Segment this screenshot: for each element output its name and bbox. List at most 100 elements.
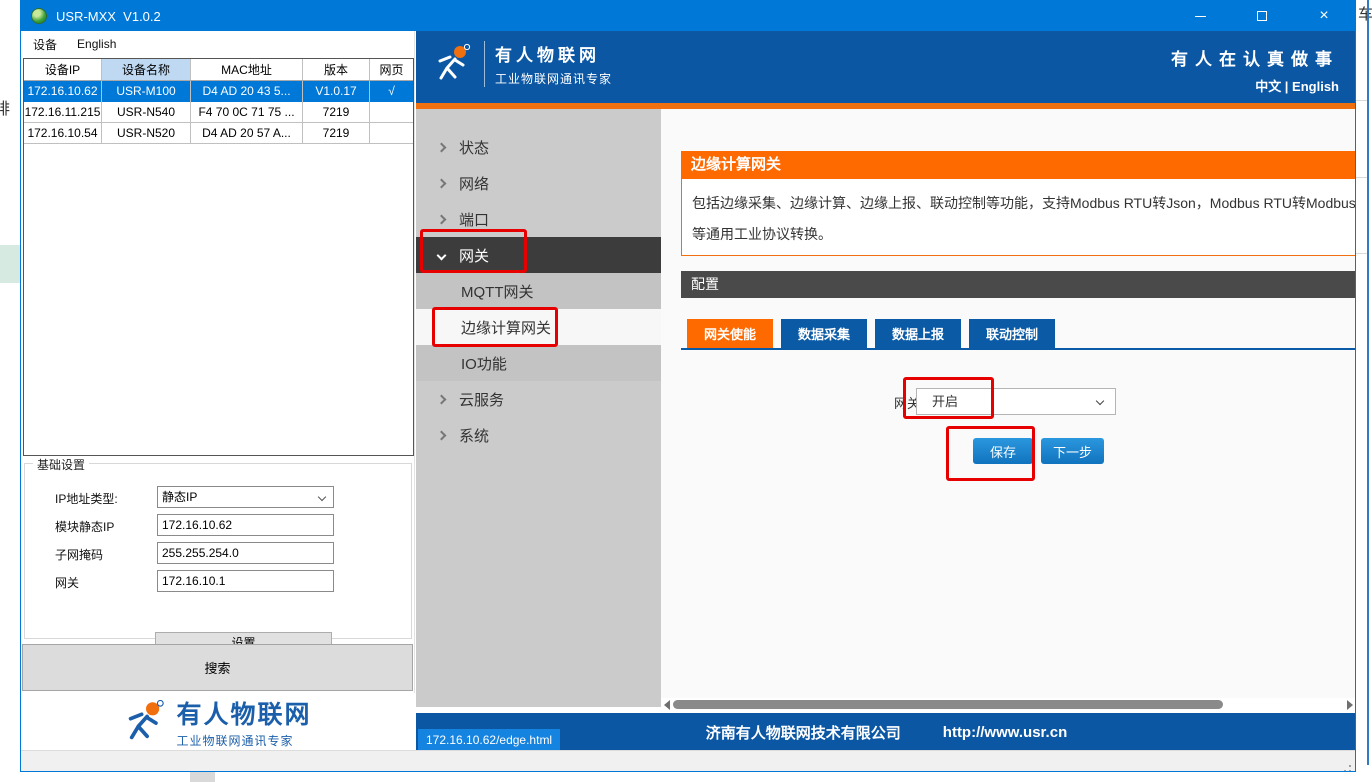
column-header-mac[interactable]: MAC地址	[191, 59, 303, 80]
close-button[interactable]: ×	[1293, 1, 1355, 31]
window-title: USR-MXX V1.0.2	[56, 9, 161, 24]
subnet-mask-label: 子网掩码	[55, 546, 103, 563]
config-tabs: 网关使能 数据采集 数据上报 联动控制	[687, 319, 1055, 348]
nav-item-status[interactable]: 状态	[416, 129, 661, 165]
menu-language[interactable]: English	[67, 33, 126, 55]
cell-ip: 172.16.10.62	[24, 81, 102, 102]
column-header-ip[interactable]: 设备IP	[24, 59, 102, 80]
app-window: USR-MXX V1.0.2 × 设备 English 设备IP 设备名称 MA…	[20, 0, 1356, 772]
chevron-right-icon	[437, 178, 447, 188]
gateway-label: 网关	[55, 574, 79, 591]
static-ip-input[interactable]	[157, 514, 334, 536]
chevron-down-icon	[1096, 397, 1104, 405]
maximize-button[interactable]	[1231, 1, 1293, 31]
minimize-button[interactable]	[1169, 1, 1231, 31]
annotation-box-edge-gateway-nav	[432, 307, 558, 347]
horizontal-scrollbar[interactable]	[661, 698, 1356, 711]
app-icon	[31, 8, 47, 24]
nav-item-mqtt-gateway[interactable]: MQTT网关	[416, 273, 661, 309]
next-step-button[interactable]: 下一步	[1041, 438, 1104, 464]
cell-version: 7219	[303, 123, 370, 143]
title-bar[interactable]: USR-MXX V1.0.2 ×	[21, 1, 1355, 31]
tab-gateway-enable[interactable]: 网关使能	[687, 319, 773, 348]
chevron-right-icon	[437, 430, 447, 440]
cell-name: USR-N540	[102, 102, 191, 122]
menu-bar: 设备 English	[21, 31, 414, 57]
minimize-icon	[1195, 16, 1206, 17]
ip-type-value: 静态IP	[162, 490, 197, 504]
resize-grip-icon[interactable]	[1349, 765, 1351, 767]
subnet-mask-input[interactable]	[157, 542, 334, 564]
cell-web-check	[370, 102, 413, 122]
tab-data-report[interactable]: 数据上报	[875, 319, 961, 348]
background-fragment	[190, 772, 215, 782]
cell-ip: 172.16.11.215	[24, 102, 102, 122]
basic-settings-legend: 基础设置	[33, 456, 89, 473]
page-description: 包括边缘采集、边缘计算、边缘上报、联动控制等功能，支持Modbus RTU转Js…	[681, 179, 1356, 256]
usr-person-icon	[434, 42, 474, 86]
web-header: 有人物联网 工业物联网通讯专家 有人在认真做事 中文 | English	[416, 31, 1356, 103]
close-icon: ×	[1319, 8, 1328, 24]
usr-logo: 有人物联网 工业物联网通讯专家	[21, 693, 415, 750]
background-text-fragment: 车	[1358, 3, 1372, 24]
tab-underline	[681, 348, 1356, 350]
app-status-bar	[21, 750, 1355, 771]
device-webpage: 有人物联网 工业物联网通讯专家 有人在认真做事 中文 | English 状态 …	[416, 31, 1356, 751]
background-window-left-sliver: 排	[0, 0, 20, 782]
scrollbar-thumb[interactable]	[673, 700, 1223, 709]
cell-mac: D4 AD 20 43 5...	[191, 81, 303, 102]
table-row[interactable]: 172.16.10.54 USR-N520 D4 AD 20 57 A... 7…	[24, 123, 413, 144]
tab-linkage-control[interactable]: 联动控制	[969, 319, 1055, 348]
chevron-right-icon	[437, 214, 447, 224]
gateway-input[interactable]	[157, 570, 334, 592]
cell-version: V1.0.17	[303, 81, 370, 102]
maximize-icon	[1257, 11, 1267, 21]
nav-item-io-function[interactable]: IO功能	[416, 345, 661, 381]
tab-data-collection[interactable]: 数据采集	[781, 319, 867, 348]
annotation-box-gateway-nav	[420, 229, 527, 273]
cell-name: USR-N520	[102, 123, 191, 143]
scroll-right-arrow-icon[interactable]	[1347, 700, 1353, 710]
config-section-title: 配置	[681, 271, 1356, 298]
search-button[interactable]: 搜索	[22, 644, 413, 691]
background-border-line	[1367, 0, 1369, 765]
scroll-left-arrow-icon[interactable]	[664, 700, 670, 710]
description-line: 包括边缘采集、边缘计算、边缘上报、联动控制等功能，支持Modbus RTU转Js…	[692, 188, 1356, 219]
static-ip-label: 模块静态IP	[55, 518, 114, 535]
language-switch[interactable]: 中文 | English	[1171, 76, 1339, 95]
table-row[interactable]: 172.16.11.215 USR-N540 F4 70 0C 71 75 ..…	[24, 102, 413, 123]
page-title: 边缘计算网关	[681, 151, 1356, 179]
background-green-block	[0, 245, 20, 283]
cell-web-check: √	[370, 81, 413, 102]
footer-url[interactable]: http://www.usr.cn	[943, 724, 1067, 741]
cell-mac: D4 AD 20 57 A...	[191, 123, 303, 143]
ip-type-select[interactable]: 静态IP	[157, 486, 334, 508]
nav-item-system[interactable]: 系统	[416, 417, 661, 453]
menu-device[interactable]: 设备	[23, 32, 67, 57]
basic-settings-group: 基础设置 IP地址类型: 静态IP 模块静态IP 子网掩码 网关 设置	[24, 463, 412, 639]
ip-type-label: IP地址类型:	[55, 490, 118, 507]
device-table-header[interactable]: 设备IP 设备名称 MAC地址 版本 网页	[24, 59, 413, 81]
brand-slogan: 工业物联网通讯专家	[176, 732, 311, 749]
cell-mac: F4 70 0C 71 75 ...	[191, 102, 303, 122]
table-row[interactable]: 172.16.10.62 USR-M100 D4 AD 20 43 5... V…	[24, 81, 413, 102]
chevron-right-icon	[437, 142, 447, 152]
web-content: 边缘计算网关 包括边缘采集、边缘计算、边缘上报、联动控制等功能，支持Modbus…	[661, 109, 1356, 698]
cell-ip: 172.16.10.54	[24, 123, 102, 143]
nav-item-cloud-service[interactable]: 云服务	[416, 381, 661, 417]
footer-company: 济南有人物联网技术有限公司	[706, 722, 901, 743]
background-text-fragment: 排	[0, 95, 10, 119]
cell-name: USR-M100	[102, 81, 191, 102]
status-url-tooltip: 172.16.10.62/edge.html	[418, 729, 560, 751]
nav-item-network[interactable]: 网络	[416, 165, 661, 201]
column-header-web[interactable]: 网页	[370, 59, 413, 80]
web-sidebar-nav: 状态 网络 端口 网关 MQTT网关 边缘计算网关 IO功能	[416, 109, 661, 707]
column-header-name[interactable]: 设备名称	[102, 59, 191, 80]
device-table: 设备IP 设备名称 MAC地址 版本 网页 172.16.10.62 USR-M…	[23, 58, 414, 456]
cell-version: 7219	[303, 102, 370, 122]
background-window-right-sliver: 车	[1356, 0, 1372, 782]
usr-person-icon	[124, 700, 168, 744]
web-brand-slogan: 工业物联网通讯专家	[495, 70, 612, 87]
column-header-version[interactable]: 版本	[303, 59, 370, 80]
annotation-box-save-button	[946, 426, 1035, 481]
